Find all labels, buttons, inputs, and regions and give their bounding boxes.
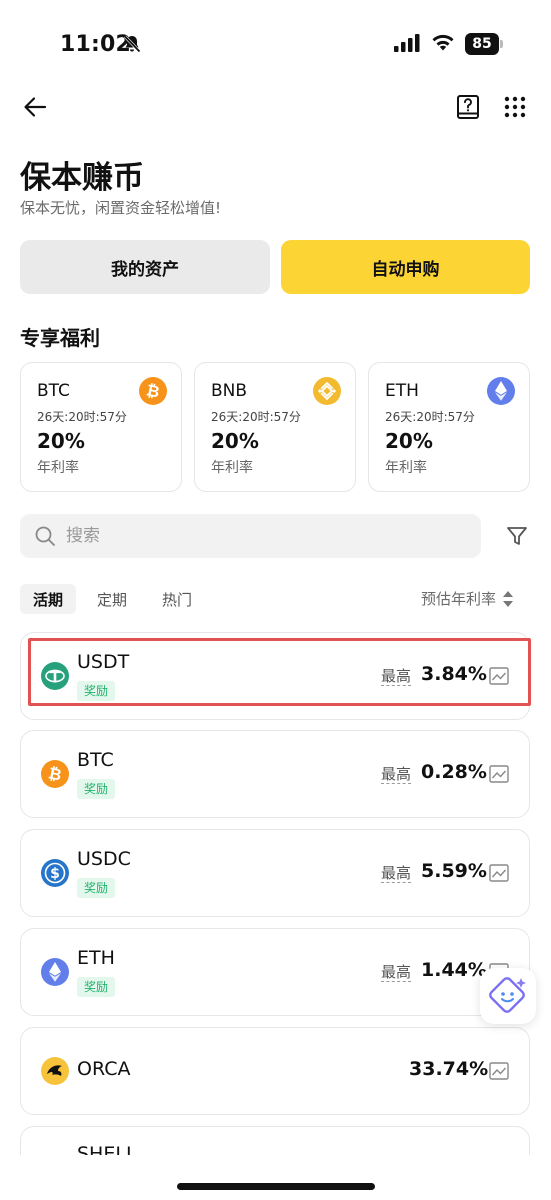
benefit-rate-label: 年利率: [385, 460, 427, 476]
sort-apy-button[interactable]: 预估年利率: [421, 588, 514, 609]
list-item[interactable]: ETH 奖励 最高 1.44%: [20, 928, 530, 1016]
tab-flexible[interactable]: 活期: [20, 584, 76, 614]
apy-value: 5.59%: [421, 860, 487, 882]
page-subtitle: 保本无忧，闲置资金轻松增值!: [20, 199, 222, 217]
list-item[interactable]: ORCA 33.74%: [20, 1027, 530, 1115]
svg-text:$: $: [50, 866, 60, 882]
reward-badge: 奖励: [77, 878, 116, 898]
benefit-symbol: BNB: [211, 381, 248, 401]
list-item[interactable]: ₿ BTC 奖励 最高 0.28%: [20, 730, 530, 818]
reward-badge: 奖励: [77, 779, 116, 799]
benefit-card-btc[interactable]: BTC ₿ 26天:20时:57分 20% 年利率: [20, 362, 182, 492]
assistant-face-icon: [489, 977, 526, 1013]
search-icon: [35, 526, 55, 546]
benefit-card-eth[interactable]: ETH 26天:20时:57分 20% 年利率: [368, 362, 530, 492]
max-label: 最高: [381, 864, 412, 883]
reward-badge: 奖励: [77, 977, 116, 997]
benefit-card-bnb[interactable]: BNB 26天:20时:57分 20% 年利率: [194, 362, 356, 492]
wifi-icon: [432, 34, 454, 51]
max-label: 最高: [381, 667, 412, 686]
apy-value: 0.28%: [421, 761, 487, 783]
benefit-countdown: 26天:20时:57分: [385, 410, 475, 424]
cellular-signal-icon: [394, 34, 420, 52]
benefit-rate: 20%: [385, 429, 433, 453]
eth-icon: [487, 377, 515, 405]
benefit-rate: 20%: [37, 429, 85, 453]
more-grid-icon[interactable]: [503, 95, 527, 119]
chart-icon[interactable]: [489, 863, 509, 883]
chart-icon[interactable]: [489, 764, 509, 784]
battery-level: 85: [465, 33, 499, 55]
coin-name: USDT: [77, 651, 130, 673]
benefit-rate-label: 年利率: [37, 460, 79, 476]
sort-arrows-icon: [503, 590, 514, 607]
benefit-countdown: 26天:20时:57分: [37, 410, 127, 424]
benefit-countdown: 26天:20时:57分: [211, 410, 301, 424]
filter-icon[interactable]: [505, 524, 529, 548]
search-bar[interactable]: [20, 514, 481, 558]
reward-badge: 奖励: [77, 681, 116, 701]
auto-subscribe-button[interactable]: 自动申购: [281, 240, 530, 294]
benefit-rate-label: 年利率: [211, 460, 253, 476]
list-item[interactable]: USDT 奖励 最高 3.84%: [20, 632, 530, 720]
chart-icon[interactable]: [489, 1061, 509, 1081]
my-assets-button[interactable]: 我的资产: [20, 240, 270, 294]
eth-icon: [41, 958, 69, 986]
orca-icon: [41, 1057, 69, 1085]
home-indicator[interactable]: [177, 1183, 375, 1190]
battery-icon: 85: [465, 33, 503, 55]
coin-name: USDC: [77, 848, 131, 870]
apy-value: 1.44%: [421, 959, 487, 981]
tab-fixed[interactable]: 定期: [97, 584, 127, 614]
benefits-heading: 专享福利: [20, 326, 100, 350]
list-item[interactable]: $ USDC 奖励 最高 5.59%: [20, 829, 530, 917]
chart-icon[interactable]: [489, 666, 509, 686]
bell-muted-icon: [123, 35, 141, 53]
back-arrow-icon[interactable]: [22, 94, 48, 120]
status-time: 11:02: [60, 32, 132, 57]
btc-icon: ₿: [41, 760, 69, 788]
usdc-icon: $: [41, 859, 69, 887]
benefit-symbol: ETH: [385, 381, 419, 401]
bottom-safe-area: [0, 1155, 551, 1200]
sort-label: 预估年利率: [421, 590, 497, 608]
max-label: 最高: [381, 963, 412, 982]
coin-name: BTC: [77, 749, 114, 771]
benefit-rate: 20%: [211, 429, 259, 453]
btc-icon: ₿: [139, 377, 167, 405]
max-label: 最高: [381, 765, 412, 784]
coin-name: ETH: [77, 947, 115, 969]
page-title: 保本赚币: [20, 160, 144, 196]
tab-hot[interactable]: 热门: [162, 584, 192, 614]
usdt-icon: [41, 662, 69, 690]
coin-name: ORCA: [77, 1058, 131, 1080]
search-input[interactable]: [66, 514, 466, 558]
help-book-icon[interactable]: [455, 94, 481, 120]
ai-assistant-button[interactable]: [480, 968, 536, 1024]
apy-value: 3.84%: [421, 663, 487, 685]
benefit-symbol: BTC: [37, 381, 70, 401]
bnb-icon: [313, 377, 341, 405]
apy-value: 33.74%: [409, 1058, 489, 1080]
